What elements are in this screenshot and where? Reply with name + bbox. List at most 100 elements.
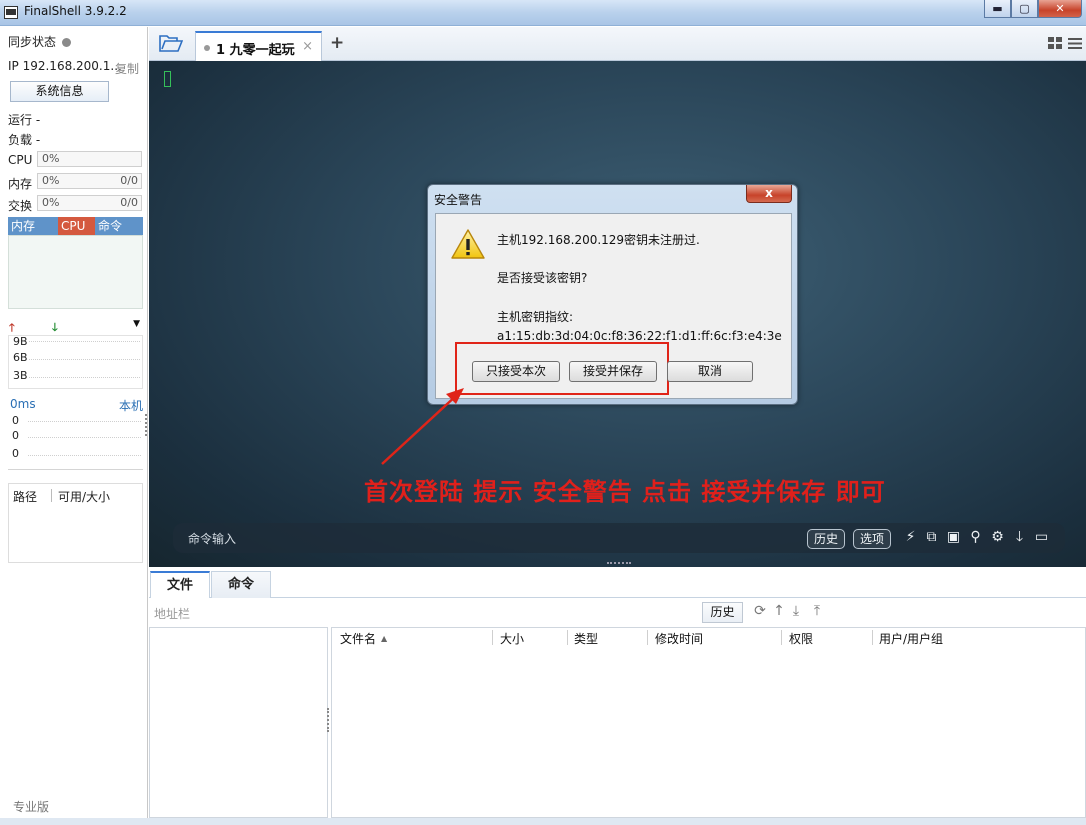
server-ip: IP 192.168.200.1...: [8, 59, 122, 73]
latency-value: 0: [12, 414, 19, 427]
scroll-down-icon[interactable]: 🡓: [1011, 529, 1028, 546]
window-close-button[interactable]: ✕: [1038, 0, 1082, 18]
add-tab-icon[interactable]: +: [330, 33, 344, 53]
dialog-fingerprint-label: 主机密钥指纹:: [497, 310, 574, 324]
address-input[interactable]: 地址栏: [154, 605, 190, 622]
latency-value: 0: [12, 447, 19, 460]
window-title: FinalShell 3.9.2.2: [24, 4, 127, 18]
network-graph: 9B 6B 3B: [8, 335, 143, 389]
net-scale-low: 3B: [13, 369, 28, 382]
cpu-label: CPU: [8, 153, 33, 167]
copy-ip-link[interactable]: 复制: [115, 60, 139, 77]
annotation-arrow-icon: [381, 388, 464, 465]
gear-icon[interactable]: ⚙: [989, 529, 1006, 546]
security-warning-dialog: 安全警告 x 主机192.168.200.129密钥未注册过. 是否接受该密钥?…: [427, 184, 798, 405]
accept-and-save-button[interactable]: 接受并保存: [569, 361, 657, 382]
column-filename[interactable]: 文件名 ▲: [340, 630, 387, 647]
menu-icon[interactable]: [1068, 37, 1082, 50]
process-tabs: 内存 CPU 命令: [8, 217, 143, 235]
terminal-cursor: [164, 71, 171, 87]
tab-cpu[interactable]: CPU: [58, 217, 95, 235]
refresh-icon[interactable]: ⟳: [752, 603, 768, 619]
bottom-tab-bar: 文件 命令: [149, 568, 1086, 598]
column-type[interactable]: 类型: [574, 630, 598, 647]
swap-value: 0%: [42, 196, 60, 209]
session-tab-bar: 1 九零一起玩 × +: [149, 27, 1086, 62]
network-dropdown-icon[interactable]: ▼: [133, 319, 140, 329]
dialog-title: 安全警告: [434, 193, 483, 207]
folder-open-icon[interactable]: [159, 35, 183, 52]
copy-icon[interactable]: ⧉: [923, 529, 940, 546]
parent-folder-icon[interactable]: ↑: [771, 603, 787, 619]
dialog-fingerprint-value: a1:15:db:3d:04:0c:f8:36:22:f1:d1:ff:6c:f…: [497, 329, 782, 343]
maximize-button[interactable]: ▢: [1011, 0, 1038, 18]
app-icon: [4, 6, 18, 19]
swap-meter: 0% 0/0: [37, 195, 142, 211]
command-options-button[interactable]: 选项: [853, 529, 892, 549]
latency-host: 本机: [118, 399, 143, 413]
dialog-body: 主机192.168.200.129密钥未注册过. 是否接受该密钥? 主机密钥指纹…: [435, 213, 792, 399]
search-icon[interactable]: ⚲: [967, 529, 984, 546]
swap-total: 0/0: [120, 196, 138, 209]
tab-session-1[interactable]: 1 九零一起玩 ×: [195, 31, 322, 62]
directory-tree[interactable]: [149, 627, 328, 818]
session-tab-label: 1 九零一起玩: [216, 43, 295, 58]
command-history-button[interactable]: 历史: [807, 529, 846, 549]
window-icon[interactable]: ▭: [1033, 529, 1050, 546]
sidebar: 同步状态 IP 192.168.200.1... 复制 系统信息 运行 - 负载…: [0, 27, 148, 825]
load-label: 负载 -: [8, 133, 41, 147]
cancel-button[interactable]: 取消: [667, 361, 753, 382]
sync-status: 同步状态: [8, 33, 72, 50]
file-pane-resize-handle[interactable]: [327, 708, 329, 732]
close-tab-icon[interactable]: ×: [302, 39, 313, 54]
path-history-button[interactable]: 历史: [702, 602, 743, 623]
latency-graph: 0 0 0: [8, 413, 143, 470]
uptime-label: 运行 -: [8, 113, 41, 127]
latency-ms: 0ms: [10, 397, 36, 411]
paste-icon[interactable]: ▣: [945, 529, 962, 546]
tab-files[interactable]: 文件: [150, 571, 210, 598]
tab-commands[interactable]: 命令: [211, 571, 271, 598]
sort-ascending-icon: ▲: [381, 634, 388, 643]
cpu-value: 0%: [42, 152, 60, 165]
net-scale-top: 9B: [13, 335, 28, 348]
net-scale-mid: 6B: [13, 351, 28, 364]
download-icon[interactable]: ⤓: [788, 603, 804, 619]
status-strip: [0, 818, 1086, 825]
mem-value: 0%: [42, 174, 60, 187]
mem-meter: 0% 0/0: [37, 173, 142, 189]
file-list[interactable]: 文件名 ▲ 大小 类型 修改时间 权限 用户/用户组: [331, 627, 1086, 818]
column-owner[interactable]: 用户/用户组: [879, 630, 943, 647]
dialog-message-host: 主机192.168.200.129密钥未注册过.: [497, 233, 700, 247]
accept-once-button[interactable]: 只接受本次: [472, 361, 560, 382]
system-info-button[interactable]: 系统信息: [10, 81, 109, 102]
layout-grid-icon[interactable]: [1048, 37, 1062, 50]
command-input[interactable]: 命令输入: [188, 530, 236, 547]
tab-command[interactable]: 命令: [95, 217, 143, 235]
process-list: [8, 235, 143, 309]
command-bar: 命令输入 历史 选项 ⚡ ⧉ ▣ ⚲ ⚙ 🡓 ▭: [173, 523, 1065, 553]
upload-icon[interactable]: ⤒: [809, 603, 825, 619]
sync-status-dot-icon: [62, 38, 72, 47]
sync-status-label: 同步状态: [8, 35, 57, 49]
lightning-icon[interactable]: ⚡: [902, 529, 919, 546]
window-title-bar: FinalShell 3.9.2.2 ▬ ▢ ✕: [0, 0, 1086, 26]
latency-value: 0: [12, 429, 19, 442]
column-permissions[interactable]: 权限: [789, 630, 813, 647]
column-size[interactable]: 大小: [500, 630, 524, 647]
mem-label: 内存: [8, 177, 33, 191]
mem-total: 0/0: [120, 174, 138, 187]
cpu-meter: 0%: [37, 151, 142, 167]
minimize-button[interactable]: ▬: [984, 0, 1011, 18]
latency-header: 0ms 本机: [10, 397, 143, 413]
terminal-resize-handle[interactable]: [607, 562, 631, 565]
dialog-close-button[interactable]: x: [746, 185, 792, 203]
session-status-dot-icon: [204, 45, 210, 51]
sidebar-resize-handle[interactable]: [145, 414, 147, 436]
edition-label: 专业版: [13, 800, 50, 814]
tab-memory[interactable]: 内存: [8, 217, 58, 235]
column-modified[interactable]: 修改时间: [655, 630, 703, 647]
tutorial-annotation: 首次登陆 提示 安全警告 点击 接受并保存 即可: [364, 477, 886, 506]
address-row: 地址栏 历史 ⟳ ↑ ⤓ ⤒: [149, 599, 1086, 626]
network-header: 🡑 🡓 ▼: [8, 319, 143, 334]
